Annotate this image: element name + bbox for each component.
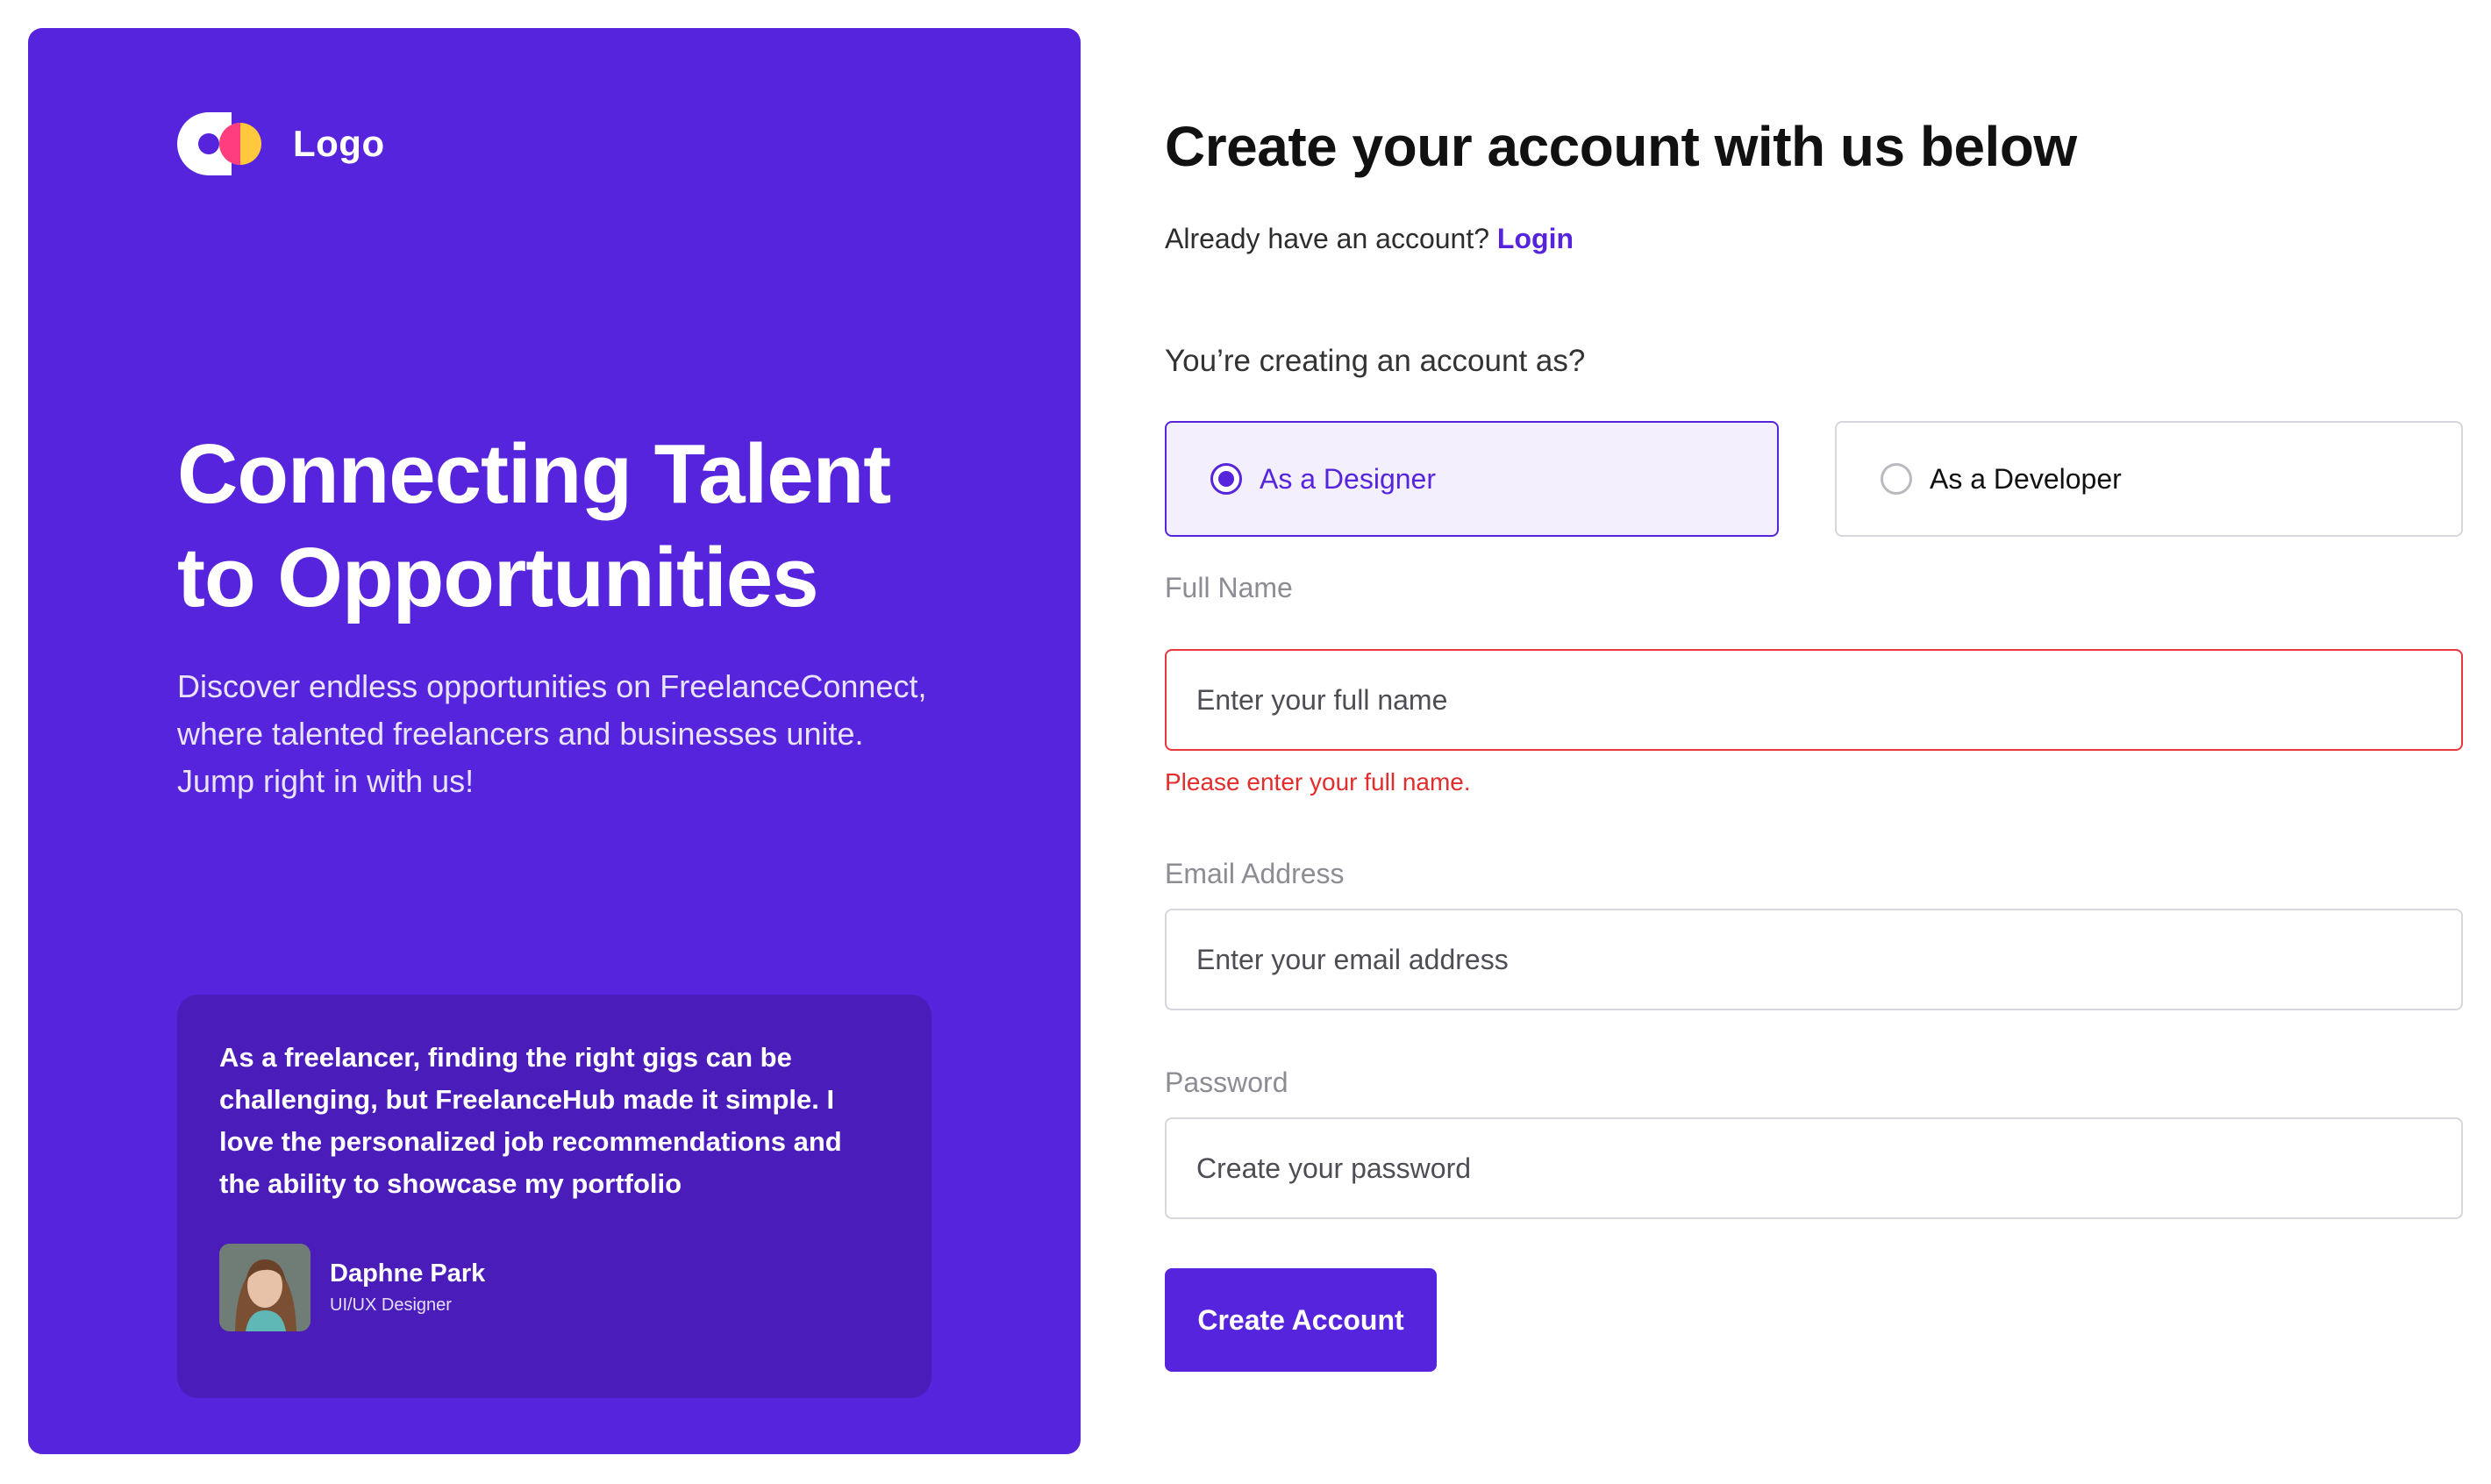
full-name-error: Please enter your full name. <box>1165 768 1471 796</box>
author-info: Daphne Park UI/UX Designer <box>330 1257 485 1318</box>
role-option-designer[interactable]: As a Designer <box>1165 421 1779 537</box>
password-input[interactable] <box>1165 1117 2463 1219</box>
quote-line: As a freelancer, finding the right gigs … <box>219 1042 792 1073</box>
hero-subtitle-line: where talented freelancers and businesse… <box>177 716 864 752</box>
hero-subtitle-line: Discover endless opportunities on Freela… <box>177 668 927 704</box>
role-option-label: As a Designer <box>1260 462 1436 495</box>
role-option-label: As a Developer <box>1930 462 2122 495</box>
hero-panel: Logo Connecting Talent to Opportunities … <box>28 28 1081 1454</box>
testimonial-author: Daphne Park UI/UX Designer <box>219 1244 485 1331</box>
login-link[interactable]: Login <box>1497 223 1574 254</box>
testimonial-quote: As a freelancer, finding the right gigs … <box>219 1037 886 1205</box>
login-prompt-row: Already have an account? Login <box>1165 223 1574 255</box>
form-title: Create your account with us below <box>1165 115 2077 178</box>
create-account-button[interactable]: Create Account <box>1165 1268 1437 1372</box>
hero-subtitle-line: Jump right in with us! <box>177 763 475 799</box>
hero-title: Connecting Talent to Opportunities <box>177 423 967 630</box>
email-input[interactable] <box>1165 909 2463 1010</box>
role-question: You’re creating an account as? <box>1165 344 1586 378</box>
author-role: UI/UX Designer <box>330 1295 452 1315</box>
full-name-input[interactable] <box>1165 649 2463 751</box>
logo[interactable]: Logo <box>177 112 385 175</box>
login-prompt: Already have an account? <box>1165 223 1490 254</box>
author-name: Daphne Park <box>330 1259 486 1288</box>
radio-unchecked-icon[interactable] <box>1881 463 1912 495</box>
hero-subtitle: Discover endless opportunities on Freela… <box>177 663 967 805</box>
password-label: Password <box>1165 1067 1288 1098</box>
quote-line: challenging, but FreelanceHub made it si… <box>219 1084 835 1115</box>
avatar <box>219 1244 310 1331</box>
quote-line: love the personalized job recommendation… <box>219 1126 842 1157</box>
testimonial-card: As a freelancer, finding the right gigs … <box>177 995 931 1398</box>
email-label: Email Address <box>1165 858 1345 889</box>
hero-title-line: to Opportunities <box>177 531 819 624</box>
quote-line: the ability to showcase my portfolio <box>219 1168 682 1199</box>
full-name-label: Full Name <box>1165 572 1293 603</box>
logo-text: Logo <box>293 123 385 164</box>
logo-icon <box>177 112 261 175</box>
hero-title-line: Connecting Talent <box>177 427 891 521</box>
radio-checked-icon[interactable] <box>1210 463 1242 495</box>
role-option-developer[interactable]: As a Developer <box>1835 421 2463 537</box>
